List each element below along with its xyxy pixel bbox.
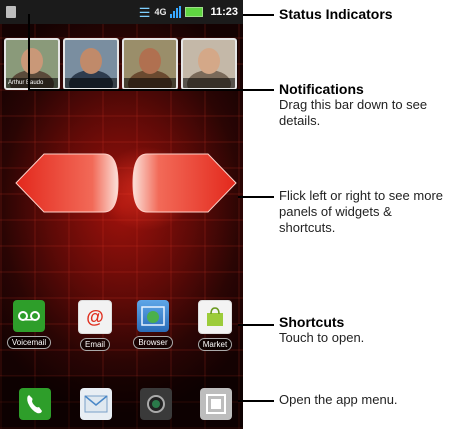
market-shortcut[interactable]: Market	[190, 300, 240, 352]
flick-leader	[238, 196, 274, 198]
wifi-icon: ☰	[138, 4, 151, 20]
messaging-icon[interactable]	[80, 388, 112, 420]
notification-photos-widget[interactable]: Arthur Baudo	[4, 38, 242, 94]
flick-left-arrow[interactable]	[14, 152, 120, 214]
callout-body: Open the app menu.	[279, 392, 398, 407]
contact-name	[65, 78, 117, 88]
contact-photo[interactable]	[122, 38, 178, 90]
status-bar[interactable]: ☰ 4G 11:23	[0, 0, 243, 24]
callout-title: Status Indicators	[279, 6, 393, 22]
shortcut-label: Browser	[133, 336, 173, 349]
browser-icon	[137, 300, 169, 332]
notification-icon	[6, 6, 16, 18]
flick-callout: Flick left or right to see more panels o…	[279, 188, 447, 236]
phone-icon[interactable]	[19, 388, 51, 420]
flick-right-arrow[interactable]	[131, 152, 238, 214]
voicemail-icon	[13, 300, 45, 332]
email-shortcut[interactable]: @ Email	[70, 300, 120, 352]
contact-photo[interactable]	[181, 38, 237, 90]
battery-icon	[185, 7, 204, 17]
home-screen: ☰ 4G 11:23 Arthur Baudo Voicemail @ Emai…	[0, 0, 243, 429]
callout-title: Notifications	[279, 81, 364, 97]
email-icon: @	[78, 300, 112, 334]
app-menu-callout: Open the app menu.	[279, 392, 398, 408]
contact-name: Arthur Baudo	[6, 78, 58, 88]
notifications-callout: Notifications Drag this bar down to see …	[279, 81, 449, 129]
shortcuts-leader	[238, 324, 274, 326]
shortcut-label: Voicemail	[6, 336, 52, 349]
network-4g-icon: 4G	[154, 7, 167, 17]
contact-photo[interactable]	[63, 38, 119, 90]
browser-shortcut[interactable]: Browser	[128, 300, 178, 350]
contact-name	[183, 78, 235, 88]
notifications-leader	[28, 89, 274, 91]
shortcut-label: Market	[197, 338, 233, 351]
clock: 11:23	[210, 6, 238, 18]
app-menu-leader	[238, 400, 274, 402]
shortcut-label: Email	[79, 338, 110, 351]
contact-photo[interactable]: Arthur Baudo	[4, 38, 60, 90]
callout-body: Flick left or right to see more panels o…	[279, 188, 443, 235]
callout-title: Shortcuts	[279, 314, 345, 330]
camera-icon[interactable]	[140, 388, 172, 420]
contact-name	[124, 78, 176, 88]
voicemail-shortcut[interactable]: Voicemail	[4, 300, 54, 350]
app-menu-icon[interactable]	[200, 388, 232, 420]
shortcuts-callout: Shortcuts Touch to open.	[279, 314, 364, 346]
status-callout: Status Indicators	[279, 6, 393, 22]
market-icon	[198, 300, 232, 334]
notifications-leader-stem	[28, 14, 30, 91]
callout-body: Drag this bar down to see details.	[279, 97, 428, 128]
status-leader	[243, 14, 274, 16]
dock	[0, 376, 243, 429]
signal-icon	[170, 6, 182, 18]
callout-body: Touch to open.	[279, 330, 365, 345]
